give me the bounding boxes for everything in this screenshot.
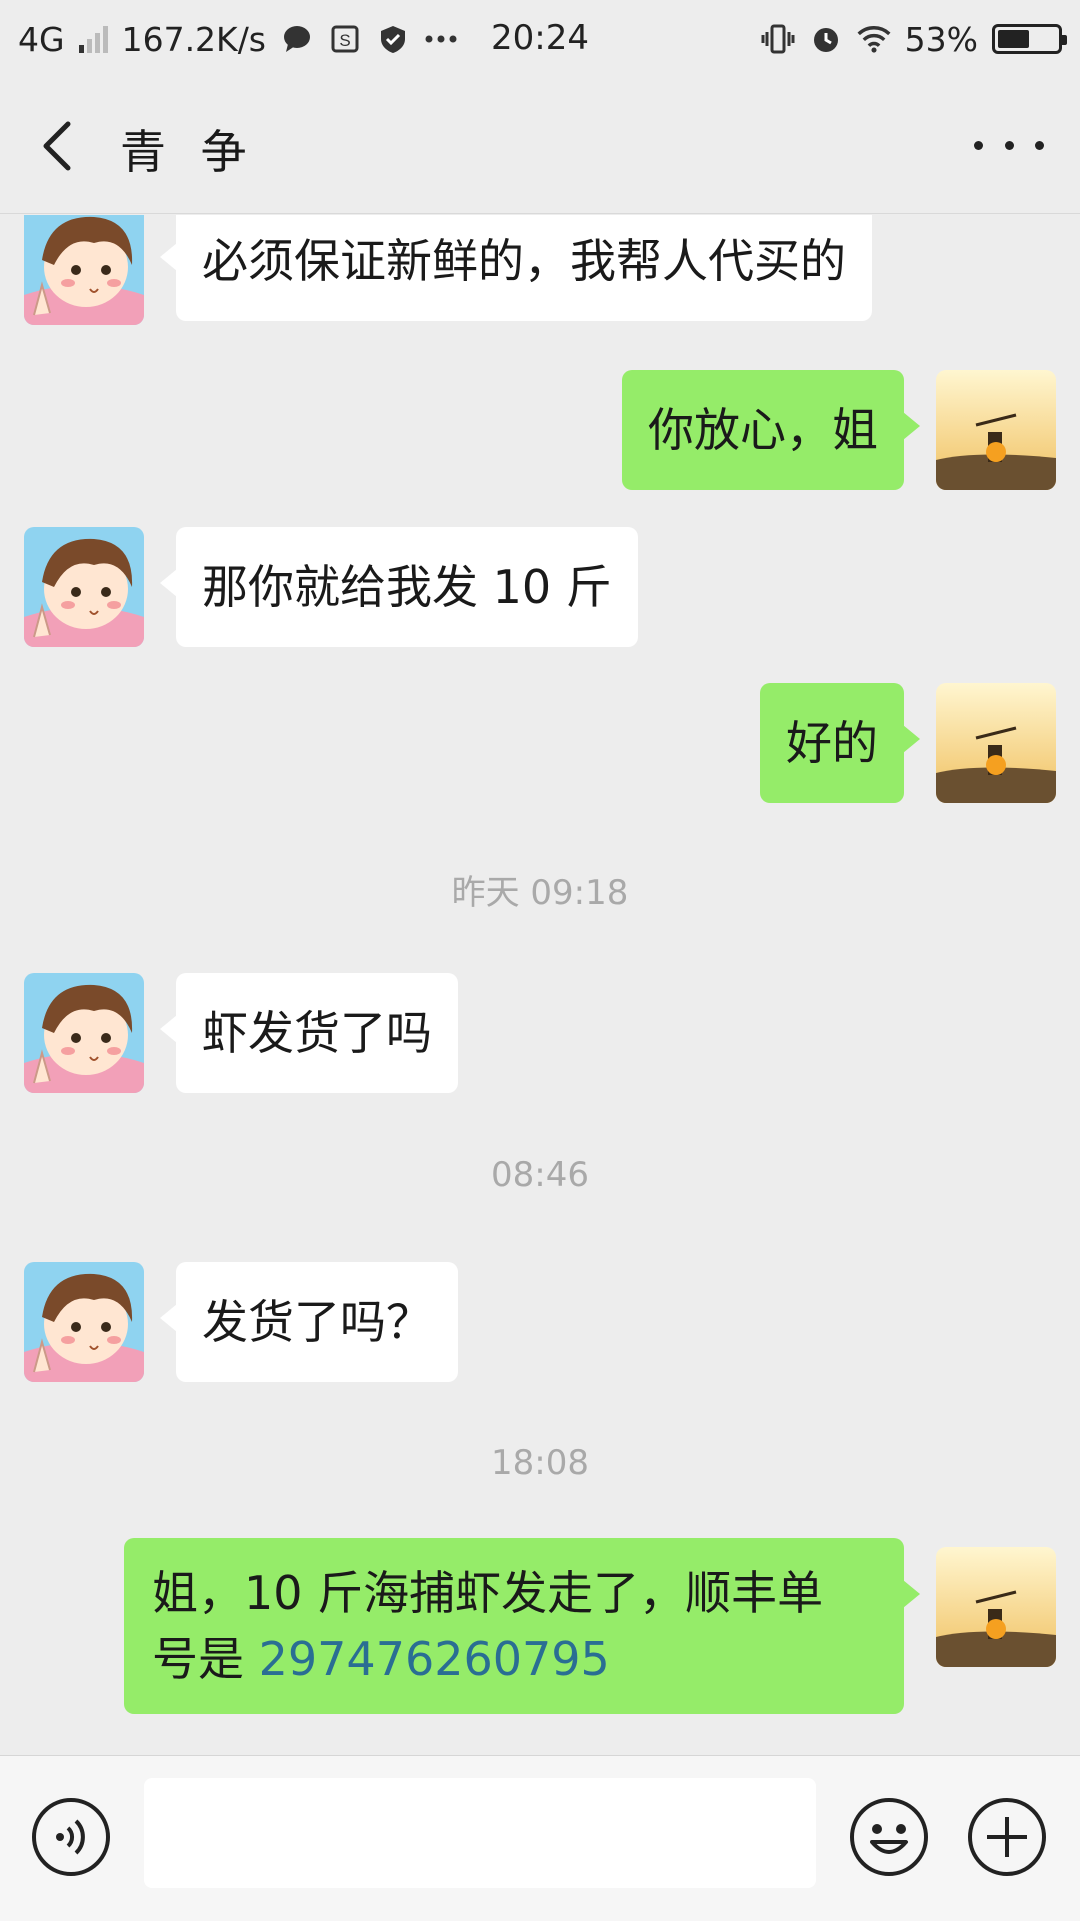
input-bar [0,1755,1080,1921]
chat-header: 青 争 [0,78,1080,214]
contact-avatar[interactable] [24,973,144,1093]
contact-avatar[interactable] [24,215,144,325]
shield-icon [376,22,410,56]
battery-icon [992,24,1067,54]
message-list[interactable]: 必须保证新鲜的，我帮人代买的 你放心，姐 那你就给我发 10 斤 好的 昨天 0… [0,215,1080,1755]
outgoing-message-bubble[interactable]: 你放心，姐 [622,370,920,490]
contact-avatar[interactable] [24,527,144,647]
message-icon [280,22,314,56]
chat-title: 青 争 [120,125,257,179]
network-speed: 167.2K/s [121,19,267,59]
emoji-button[interactable] [848,1796,930,1878]
message-input[interactable] [144,1778,816,1888]
svg-text:S: S [339,31,350,50]
vibrate-icon [761,22,795,56]
message-timestamp: 18:08 [491,1443,589,1483]
emoji-icon [850,1798,928,1876]
outgoing-message-bubble[interactable]: 姐，10 斤海捕虾发走了，顺丰单 号是 297476260795 [124,1538,920,1714]
wifi-icon [857,22,891,56]
back-button[interactable] [34,118,90,174]
incoming-message-bubble[interactable]: 那你就给我发 10 斤 [160,527,638,647]
incoming-message-bubble[interactable]: 虾发货了吗 [160,973,458,1093]
message-timestamp: 昨天 09:18 [451,873,629,913]
status-bar: 4G 167.2K/s S 20:24 53% [0,0,1080,78]
voice-button[interactable] [30,1796,112,1878]
my-avatar[interactable] [936,370,1056,490]
more-button[interactable] [974,120,1044,170]
incoming-message-bubble[interactable]: 必须保证新鲜的，我帮人代买的 [160,215,872,321]
status-right: 53% [761,19,1067,59]
contact-avatar[interactable] [24,1262,144,1382]
network-label: 4G [18,19,65,59]
plus-icon [968,1798,1046,1876]
signal-icon [78,25,108,53]
message-timestamp: 08:46 [491,1155,589,1195]
voice-icon [32,1798,110,1876]
incoming-message-bubble[interactable]: 发货了吗？ [160,1262,458,1382]
my-avatar[interactable] [936,683,1056,803]
more-dots-icon [424,22,458,56]
my-avatar[interactable] [936,1547,1056,1667]
tracking-number-link[interactable]: 297476260795 [259,1632,610,1686]
battery-percent: 53% [904,19,978,59]
chevron-left-icon [43,121,71,171]
more-functions-button[interactable] [966,1796,1048,1878]
more-horizontal-icon [974,140,983,150]
s-app-icon: S [328,22,362,56]
status-time: 20:24 [491,18,589,58]
status-left: 4G 167.2K/s S [18,20,458,59]
alarm-icon [809,22,843,56]
outgoing-message-bubble[interactable]: 好的 [760,683,920,803]
